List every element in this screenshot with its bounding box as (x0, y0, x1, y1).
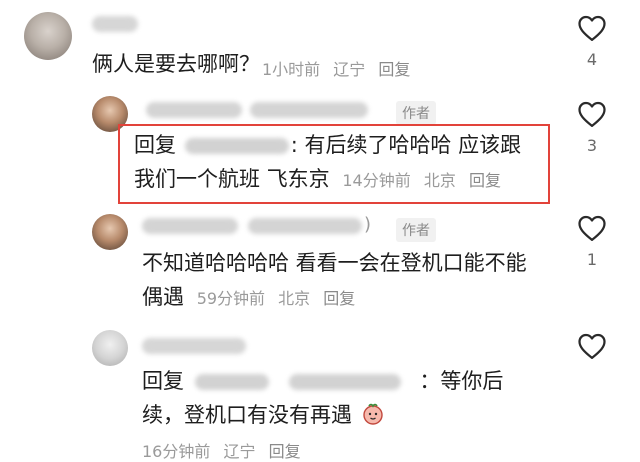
username-blurred[interactable] (146, 102, 242, 118)
author-badge: 作者 (396, 101, 436, 125)
heart-icon (578, 215, 606, 241)
heart-icon (578, 333, 606, 359)
comment-text: 回复 ：等你后 (142, 364, 503, 398)
comment-location: 北京 (423, 171, 456, 190)
avatar[interactable] (92, 214, 128, 250)
comment-time: 16分钟前 (142, 442, 211, 461)
comment-text-line: 我们一个航班 飞东京 (134, 167, 330, 191)
username-blurred[interactable] (142, 338, 246, 354)
like-button[interactable] (572, 332, 612, 364)
comment-time: 59分钟前 (196, 289, 266, 308)
comment-meta: 1小时前 辽宁 回复 (262, 56, 410, 80)
comment-text-line: ：等你后 (419, 369, 504, 393)
username-paren: ) (364, 214, 372, 235)
like-button[interactable]: 3 (572, 100, 612, 155)
comment-text-line: 我们一个航班 飞东京 14分钟前 北京 回复 (134, 162, 501, 198)
username-blurred[interactable] (250, 102, 368, 118)
mentioned-user-blurred[interactable] (184, 138, 289, 154)
username-blurred[interactable] (248, 218, 362, 234)
reply-button[interactable]: 回复 (378, 60, 410, 79)
like-count: 4 (586, 50, 598, 69)
heart-icon (578, 101, 606, 127)
mentioned-user-blurred[interactable] (289, 374, 402, 390)
sticker-emoji-icon (362, 403, 383, 425)
heart-icon (578, 15, 606, 41)
comment-location: 辽宁 (223, 442, 256, 461)
mentioned-user-blurred[interactable] (194, 374, 269, 390)
like-count: 1 (586, 250, 598, 269)
comment-text: 俩人是要去哪啊？ (92, 52, 260, 76)
comment-text-line: 偶遇 (142, 285, 184, 309)
comment-meta: 59分钟前 北京 回复 (197, 289, 356, 308)
comment-text: 回复 : 有后续了哈哈哈 应该跟 (134, 128, 521, 162)
author-badge: 作者 (396, 218, 436, 242)
comment-location: 北京 (278, 289, 311, 308)
username-blurred[interactable] (142, 218, 238, 234)
comment-text-line: : 有后续了哈哈哈 应该跟 (290, 133, 522, 157)
like-count: 3 (586, 136, 598, 155)
comment-text-line: 偶遇 59分钟前 北京 回复 (142, 280, 355, 316)
comment-meta: 16分钟前 辽宁 回复 (142, 438, 301, 462)
like-button[interactable]: 1 (572, 214, 612, 269)
comment-text-line: 续，登机口有没有再遇 (142, 398, 385, 432)
reply-prefix: 回复 (142, 369, 184, 393)
comment-text-line: 不知道哈哈哈哈 看看一会在登机口能不能 (142, 251, 527, 275)
username-blurred[interactable] (92, 16, 138, 32)
comment-time: 14分钟前 (342, 171, 411, 190)
like-button[interactable]: 4 (572, 14, 612, 69)
avatar[interactable] (24, 12, 72, 60)
comment-time: 1小时前 (262, 60, 321, 79)
reply-prefix: 回复 (134, 133, 176, 157)
avatar[interactable] (92, 330, 128, 366)
reply-button[interactable]: 回复 (323, 289, 355, 308)
reply-button[interactable]: 回复 (469, 171, 501, 190)
reply-button[interactable]: 回复 (269, 442, 301, 461)
comment-location: 辽宁 (333, 60, 366, 79)
comment-text-line: 续，登机口有没有再遇 (142, 403, 352, 427)
comment-meta: 14分钟前 北京 回复 (342, 171, 501, 190)
